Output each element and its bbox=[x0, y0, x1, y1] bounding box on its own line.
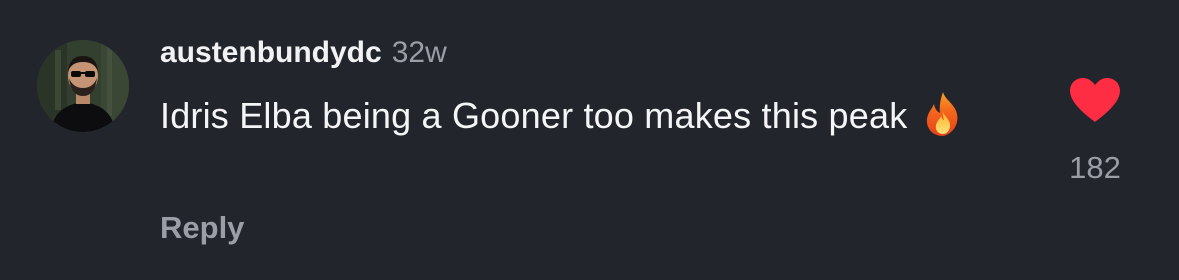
timestamp: 32w bbox=[391, 36, 447, 69]
avatar-image bbox=[37, 40, 129, 132]
comment-item: austenbundydc 32w Idris Elba being a Goo… bbox=[0, 0, 1179, 280]
avatar[interactable] bbox=[37, 40, 129, 132]
comment-text: Idris Elba being a Gooner too makes this… bbox=[160, 95, 908, 136]
heart-icon bbox=[1070, 78, 1120, 122]
reply-button[interactable]: Reply bbox=[160, 210, 244, 246]
comment-header: austenbundydc 32w bbox=[160, 36, 447, 76]
likes-count[interactable]: 182 bbox=[1050, 150, 1140, 186]
comment-text-container: Idris Elba being a Gooner too makes this… bbox=[160, 90, 980, 138]
fire-icon bbox=[919, 90, 967, 138]
username[interactable]: austenbundydc bbox=[160, 36, 382, 70]
like-button[interactable] bbox=[1068, 76, 1122, 124]
